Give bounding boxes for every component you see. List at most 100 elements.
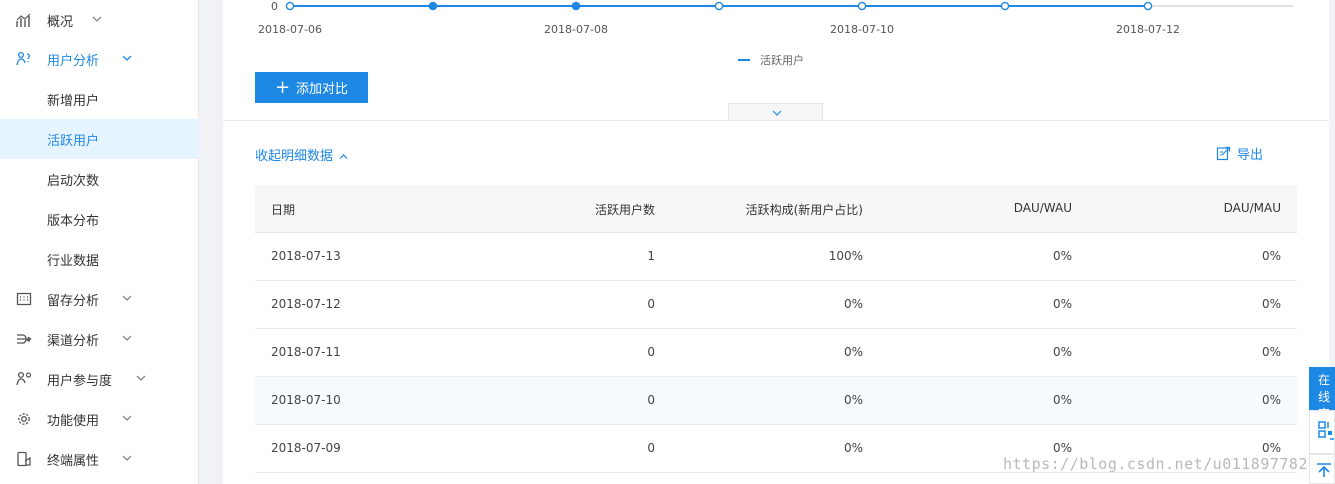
floating-service-widget: 在线客服 — [1309, 367, 1335, 484]
cell-dau-wau: 0% — [1052, 441, 1072, 455]
chevron-down-icon — [122, 415, 132, 421]
cell-active-users: 0 — [647, 393, 655, 407]
cell-dau-wau: 0% — [1052, 345, 1072, 359]
cell-date: 2018-07-10 — [271, 393, 341, 407]
add-compare-label: 添加对比 — [296, 82, 349, 97]
add-compare-button[interactable]: + 添加对比 — [255, 72, 368, 103]
plus-icon: + — [274, 76, 291, 98]
watermark-text: https://blog.csdn.net/u011897782 — [1003, 455, 1308, 473]
cell-date: 2018-07-12 — [271, 297, 341, 311]
data-point[interactable] — [1143, 1, 1153, 11]
cell-active-users: 0 — [647, 297, 655, 311]
sidebar-item-retention[interactable]: 留存分析 — [0, 279, 199, 319]
column-header-composition: 活跃构成(新用户占比) — [745, 203, 863, 217]
cell-active-users: 0 — [647, 441, 655, 455]
data-point[interactable] — [1000, 1, 1010, 11]
data-point[interactable] — [571, 1, 581, 11]
column-header-dau-wau: DAU/WAU — [1013, 201, 1072, 215]
table-row: 2018-07-11 0 0% 0% 0% — [255, 329, 1297, 377]
x-tick-label: 2018-07-12 — [1116, 23, 1180, 36]
sidebar-item-device[interactable]: 终端属性 — [0, 439, 199, 479]
data-point[interactable] — [714, 1, 724, 11]
cell-dau-mau: 0% — [1261, 345, 1281, 359]
chevron-down-icon — [136, 375, 146, 381]
x-tick-label: 2018-07-08 — [544, 23, 608, 36]
export-label: 导出 — [1237, 148, 1264, 163]
sidebar-item-label: 活跃用户 — [47, 134, 100, 149]
qr-code-icon — [1318, 421, 1334, 440]
legend-label: 活跃用户 — [760, 54, 804, 67]
cell-dau-mau: 0% — [1261, 297, 1281, 311]
sidebar-item-label: 留存分析 — [47, 294, 100, 309]
legend-swatch — [738, 59, 750, 61]
sidebar-item-overview[interactable]: 概况 — [0, 0, 199, 40]
data-point[interactable] — [428, 1, 438, 11]
users-icon — [16, 51, 30, 66]
table-row: 2018-07-13 1 100% 0% 0% — [255, 233, 1297, 281]
cell-dau-mau: 0% — [1261, 441, 1281, 455]
sidebar-item-industry[interactable]: 行业数据 — [0, 239, 199, 279]
qr-code-button[interactable] — [1309, 410, 1335, 454]
sidebar-item-label: 功能使用 — [47, 414, 100, 429]
sidebar-item-user-analysis[interactable]: 用户分析 — [0, 39, 199, 79]
chevron-down-icon — [772, 110, 782, 116]
y-axis-zero-label: 0 — [271, 0, 278, 13]
chevron-up-icon — [339, 154, 348, 159]
cell-composition: 0% — [843, 441, 863, 455]
column-header-active-users: 活跃用户数 — [594, 203, 655, 217]
cell-composition: 0% — [843, 297, 863, 311]
cell-dau-mau: 0% — [1261, 249, 1281, 263]
cell-composition: 0% — [843, 345, 863, 359]
sidebar: 概况 用户分析 新增用户 活跃用户 启动次数 版本分布 行业数据 留存分析 渠道… — [0, 0, 199, 484]
data-point[interactable] — [285, 1, 295, 11]
sidebar-item-channels[interactable]: 渠道分析 — [0, 319, 199, 359]
cell-composition: 0% — [843, 393, 863, 407]
table-header: 日期 活跃用户数 活跃构成(新用户占比) DAU/WAU DAU/MAU — [255, 185, 1297, 233]
sidebar-item-label: 用户分析 — [47, 54, 100, 69]
grid-calendar-icon — [16, 292, 32, 306]
line-chart-icon — [16, 13, 31, 27]
export-icon — [1216, 146, 1231, 161]
active-users-line-chart: 0 2018-07-06 2018-07-08 2018-07-10 2018-… — [258, 0, 1293, 36]
back-to-top-button[interactable] — [1309, 454, 1335, 484]
column-header-dau-mau: DAU/MAU — [1223, 201, 1281, 215]
export-button[interactable]: 导出 — [1216, 144, 1263, 163]
sidebar-item-label: 概况 — [47, 15, 74, 30]
sidebar-item-features[interactable]: 功能使用 — [0, 399, 199, 439]
chart-collapse-toggle[interactable] — [728, 103, 823, 120]
x-tick-label: 2018-07-06 — [258, 23, 322, 36]
cell-active-users: 0 — [647, 345, 655, 359]
channel-icon — [17, 334, 32, 344]
x-tick-label: 2018-07-10 — [830, 23, 894, 36]
sidebar-item-label: 渠道分析 — [47, 334, 100, 349]
cell-dau-wau: 0% — [1052, 393, 1072, 407]
arrow-up-icon — [1317, 463, 1331, 477]
chevron-down-icon — [122, 335, 132, 341]
chart-area: 0 2018-07-06 2018-07-08 2018-07-10 2018-… — [223, 0, 1329, 121]
sidebar-item-versions[interactable]: 版本分布 — [0, 199, 199, 239]
sidebar-item-launches[interactable]: 启动次数 — [0, 159, 199, 199]
gear-icon — [18, 413, 30, 425]
sidebar-item-engagement[interactable]: 用户参与度 — [0, 359, 199, 399]
table-row: 2018-07-12 0 0% 0% 0% — [255, 281, 1297, 329]
detail-table: 日期 活跃用户数 活跃构成(新用户占比) DAU/WAU DAU/MAU 201… — [255, 185, 1297, 473]
sidebar-item-new-users[interactable]: 新增用户 — [0, 79, 199, 119]
online-service-button[interactable]: 在线客服 — [1309, 367, 1335, 410]
cell-date: 2018-07-09 — [271, 441, 341, 455]
chevron-down-icon — [122, 455, 132, 461]
cell-dau-wau: 0% — [1052, 297, 1072, 311]
cell-date: 2018-07-13 — [271, 249, 341, 263]
sidebar-item-active-users[interactable]: 活跃用户 — [0, 119, 199, 159]
table-row: 2018-07-10 0 0% 0% 0% — [255, 377, 1297, 425]
cell-composition: 100% — [828, 249, 863, 263]
device-icon — [17, 451, 31, 467]
collapse-detail-label: 收起明细数据 — [255, 149, 334, 164]
chevron-down-icon — [92, 16, 102, 22]
chart-legend[interactable]: 活跃用户 — [738, 52, 804, 68]
collapse-detail-link[interactable]: 收起明细数据 — [255, 145, 348, 164]
cell-date: 2018-07-11 — [271, 345, 341, 359]
chevron-down-icon — [122, 295, 132, 301]
sidebar-item-label: 终端属性 — [47, 454, 100, 469]
sidebar-item-label: 版本分布 — [47, 214, 100, 229]
data-point[interactable] — [857, 1, 867, 11]
